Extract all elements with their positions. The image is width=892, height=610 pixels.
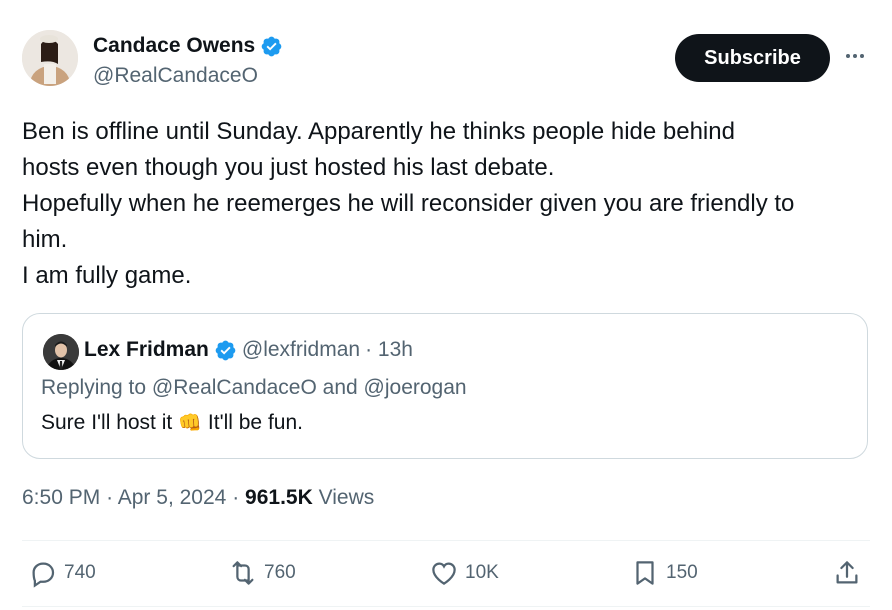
author-handle[interactable]: @RealCandaceO [93,64,258,88]
more-options-icon[interactable] [843,44,867,68]
views-label: Views [318,486,375,509]
tweet-time[interactable]: 6:50 PM [22,486,100,509]
quoted-author-handle[interactable]: @lexfridman [242,338,360,362]
quoted-time[interactable]: · 13h [365,338,413,362]
views-count: 961.5K [245,486,313,509]
bookmark-count: 150 [666,562,698,583]
verified-badge-icon [260,35,283,58]
tweet-text: Ben is offline until Sunday. Apparently … [22,114,872,294]
tweet-line: Hopefully when he reemerges he will reco… [22,190,795,217]
repost-icon [232,561,254,585]
mention-link[interactable]: @RealCandaceO [152,376,317,399]
quoted-text-before: Sure I'll host it [41,411,173,434]
mention-link[interactable]: @joerogan [364,376,467,399]
bookmark-icon [636,561,654,585]
tweet-line: him. [22,226,68,253]
heart-icon [432,562,456,585]
quoted-author-avatar[interactable] [43,334,79,370]
quoted-text-after: It'll be fun. [207,411,303,434]
fist-emoji: 👊 [178,413,202,434]
tweet-date[interactable]: Apr 5, 2024 [118,486,227,509]
replying-prefix: Replying to [41,376,147,399]
author-avatar[interactable] [22,30,78,86]
tweet-line: hosts even though you just hosted his la… [22,154,555,181]
reply-icon [32,562,55,588]
quoted-tweet-card[interactable]: Lex Fridman @lexfridman · 13h Replying t… [22,313,868,459]
repost-button[interactable]: 760 [228,558,296,588]
divider [22,606,870,607]
author-name[interactable]: Candace Owens [93,34,255,58]
author-name-row: Candace Owens [93,34,283,58]
replying-to: Replying to @RealCandaceO and @joerogan [41,376,467,400]
tweet-line: I am fully game. [22,262,192,289]
like-button[interactable]: 10K [429,558,499,588]
tweet-line: Ben is offline until Sunday. Apparently … [22,118,735,145]
share-icon [836,561,858,584]
meta-separator: · [106,486,114,509]
like-count: 10K [465,562,499,583]
bookmark-button[interactable]: 150 [630,558,698,588]
replying-and: and [322,376,358,399]
subscribe-button[interactable]: Subscribe [675,34,830,82]
quoted-text: Sure I'll host it 👊 It'll be fun. [41,411,303,435]
meta-separator: · [232,486,240,509]
tweet-meta: 6:50 PM · Apr 5, 2024 · 961.5K Views [22,486,374,510]
quoted-header: Lex Fridman @lexfridman · 13h [84,338,413,362]
share-button[interactable] [832,558,862,588]
verified-badge-icon [214,339,237,362]
quoted-author-name[interactable]: Lex Fridman [84,338,209,362]
repost-count: 760 [264,562,296,583]
reply-button[interactable]: 740 [28,558,96,588]
reply-count: 740 [64,562,96,583]
divider [22,540,870,541]
